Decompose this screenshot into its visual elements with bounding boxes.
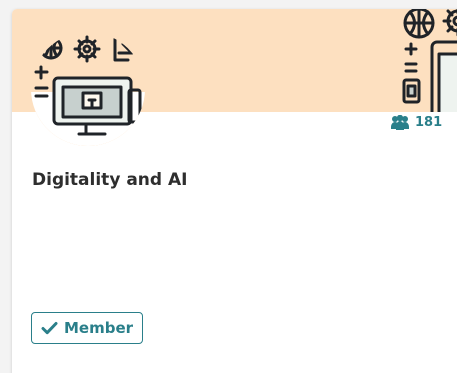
membership-label: Member [64,319,134,337]
computer-gear-globe-icon [31,32,145,146]
check-icon [41,322,58,335]
member-button[interactable]: Member [31,312,143,344]
member-count-value: 181 [415,115,443,130]
member-count: 181 [390,115,442,131]
group-avatar[interactable] [31,32,145,146]
group-title[interactable]: Digitality and AI [32,169,187,191]
group-card[interactable]: 181 Digitality and AI Member [12,9,457,373]
banner-tech-illustration [402,9,457,112]
community-page: 181 Digitality and AI Member [0,0,457,373]
users-icon [391,115,409,130]
